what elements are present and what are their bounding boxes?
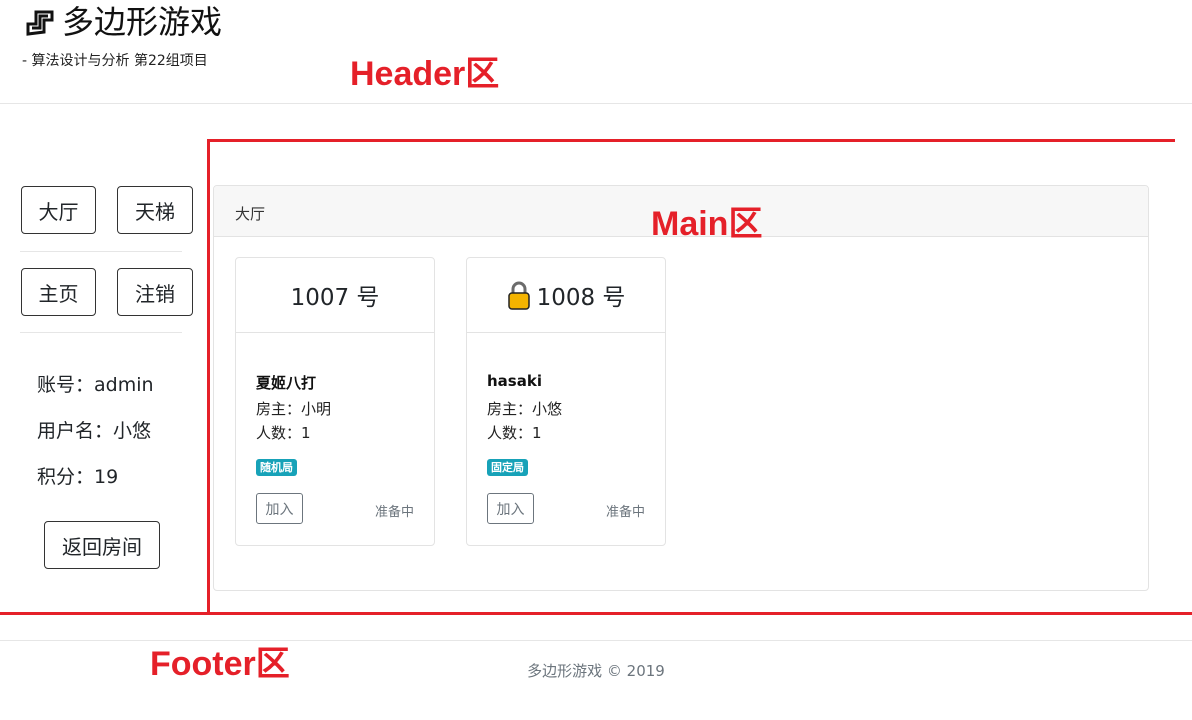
room-card: 1008 号 hasaki 房主：小悠 人数：1 固定局 加入 准备中 [466,257,666,546]
room-status: 准备中 [605,505,645,520]
polygon-logo-icon [26,10,54,36]
return-room-button[interactable]: 返回房间 [44,521,160,569]
ladder-button[interactable]: 天梯 [117,186,193,234]
lock-icon [507,281,530,310]
main-annotation: Main区 [651,205,763,243]
room-card-header: 1007 号 [236,258,434,333]
logo[interactable]: 多边形游戏 [22,2,222,42]
main-annotation-left-line [207,139,210,612]
home-button[interactable]: 主页 [21,268,96,316]
room-name: 夏姬八打 [256,374,317,392]
sidebar-divider [20,332,182,333]
sidebar-divider [20,251,182,252]
lobby-button[interactable]: 大厅 [21,186,96,234]
room-number: 1008 号 [536,285,626,311]
site-subtitle: - 算法设计与分析 第22组项目 [22,53,208,69]
room-host: 房主：小明 [256,400,332,418]
logout-button[interactable]: 注销 [117,268,193,316]
site-title: 多边形游戏 [62,3,223,41]
room-host: 房主：小悠 [487,400,563,418]
room-number: 1007 号 [290,285,380,311]
footer-annotation-line [0,612,1192,615]
join-room-button[interactable]: 加入 [256,493,303,524]
account-info: 账号：admin [37,374,154,396]
header: 多边形游戏 - 算法设计与分析 第22组项目 Header区 [0,0,1192,104]
username-info: 用户名：小悠 [37,420,152,442]
main-annotation-top-line [207,139,1175,142]
room-status: 准备中 [374,505,414,520]
room-players: 人数：1 [487,424,542,442]
lobby-panel-title: 大厅 [235,205,266,223]
room-mode-badge: 随机局 [256,459,297,476]
room-card: 1007 号 夏姬八打 房主：小明 人数：1 随机局 加入 准备中 [235,257,435,546]
footer-divider [0,640,1192,641]
room-card-header: 1008 号 [467,258,665,333]
room-players: 人数：1 [256,424,311,442]
header-annotation: Header区 [350,55,500,93]
score-info: 积分：19 [37,466,119,488]
footer-copyright: 多边形游戏 © 2019 [527,662,665,680]
room-name: hasaki [487,372,542,390]
room-mode-badge: 固定局 [487,459,528,476]
join-room-button[interactable]: 加入 [487,493,534,524]
page: 多边形游戏 - 算法设计与分析 第22组项目 Header区 大厅 天梯 主页 … [0,0,1192,720]
